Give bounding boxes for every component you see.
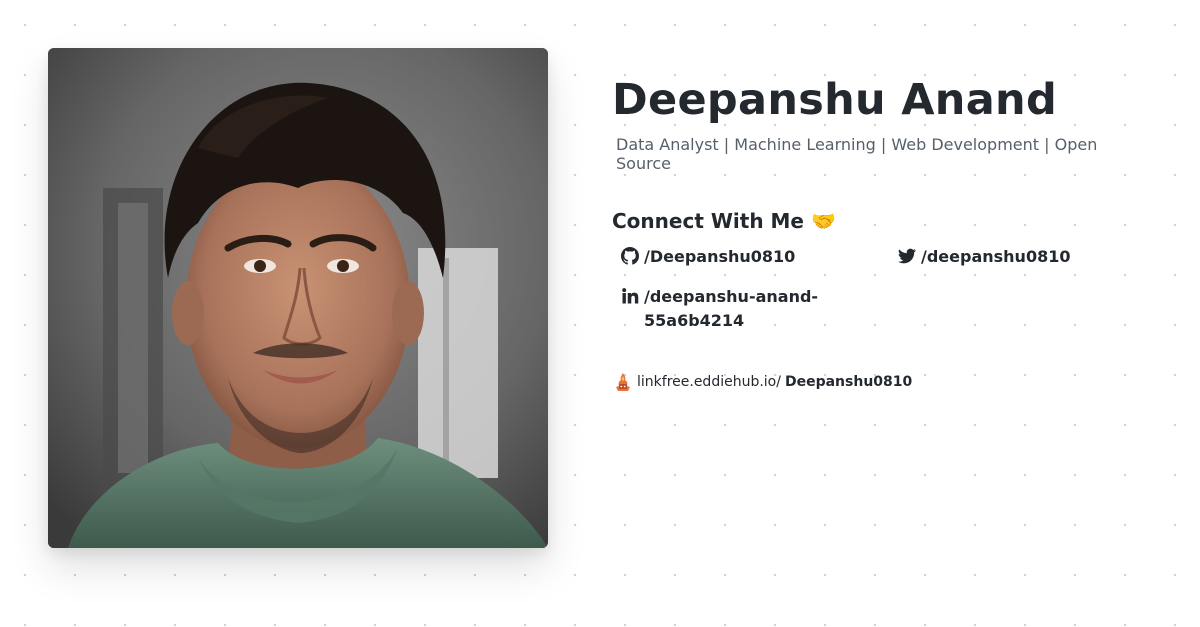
- profile-tagline: Data Analyst | Machine Learning | Web De…: [616, 135, 1098, 173]
- profile-info: Deepanshu Anand Data Analyst | Machine L…: [612, 70, 1152, 391]
- twitter-icon: [898, 248, 916, 264]
- github-handle: /Deepanshu0810: [644, 247, 796, 266]
- linkedin-handle: /deepanshu-anand-55a6b4214: [644, 287, 819, 330]
- linkedin-icon: [622, 288, 639, 304]
- linkfree-domain: linkfree.eddiehub.io/: [637, 374, 781, 390]
- linkedin-link[interactable]: /deepanshu-anand-55a6b4214: [621, 285, 841, 333]
- avatar-photo: [48, 48, 548, 548]
- linkfree-logo-icon: [616, 373, 630, 391]
- github-link[interactable]: /Deepanshu0810: [621, 245, 795, 269]
- twitter-link[interactable]: /deepanshu0810: [898, 245, 1070, 269]
- twitter-handle: /deepanshu0810: [921, 247, 1071, 266]
- github-icon: [621, 247, 639, 265]
- linkfree-link[interactable]: linkfree.eddiehub.io/ Deepanshu0810: [614, 372, 912, 392]
- connect-heading: Connect With Me 🤝: [612, 209, 836, 233]
- profile-avatar: [48, 48, 548, 548]
- linkfree-username: Deepanshu0810: [784, 374, 913, 390]
- social-links: /Deepanshu0810 /deepanshu0810 /deepanshu…: [612, 245, 1152, 355]
- profile-name: Deepanshu Anand: [612, 75, 1058, 125]
